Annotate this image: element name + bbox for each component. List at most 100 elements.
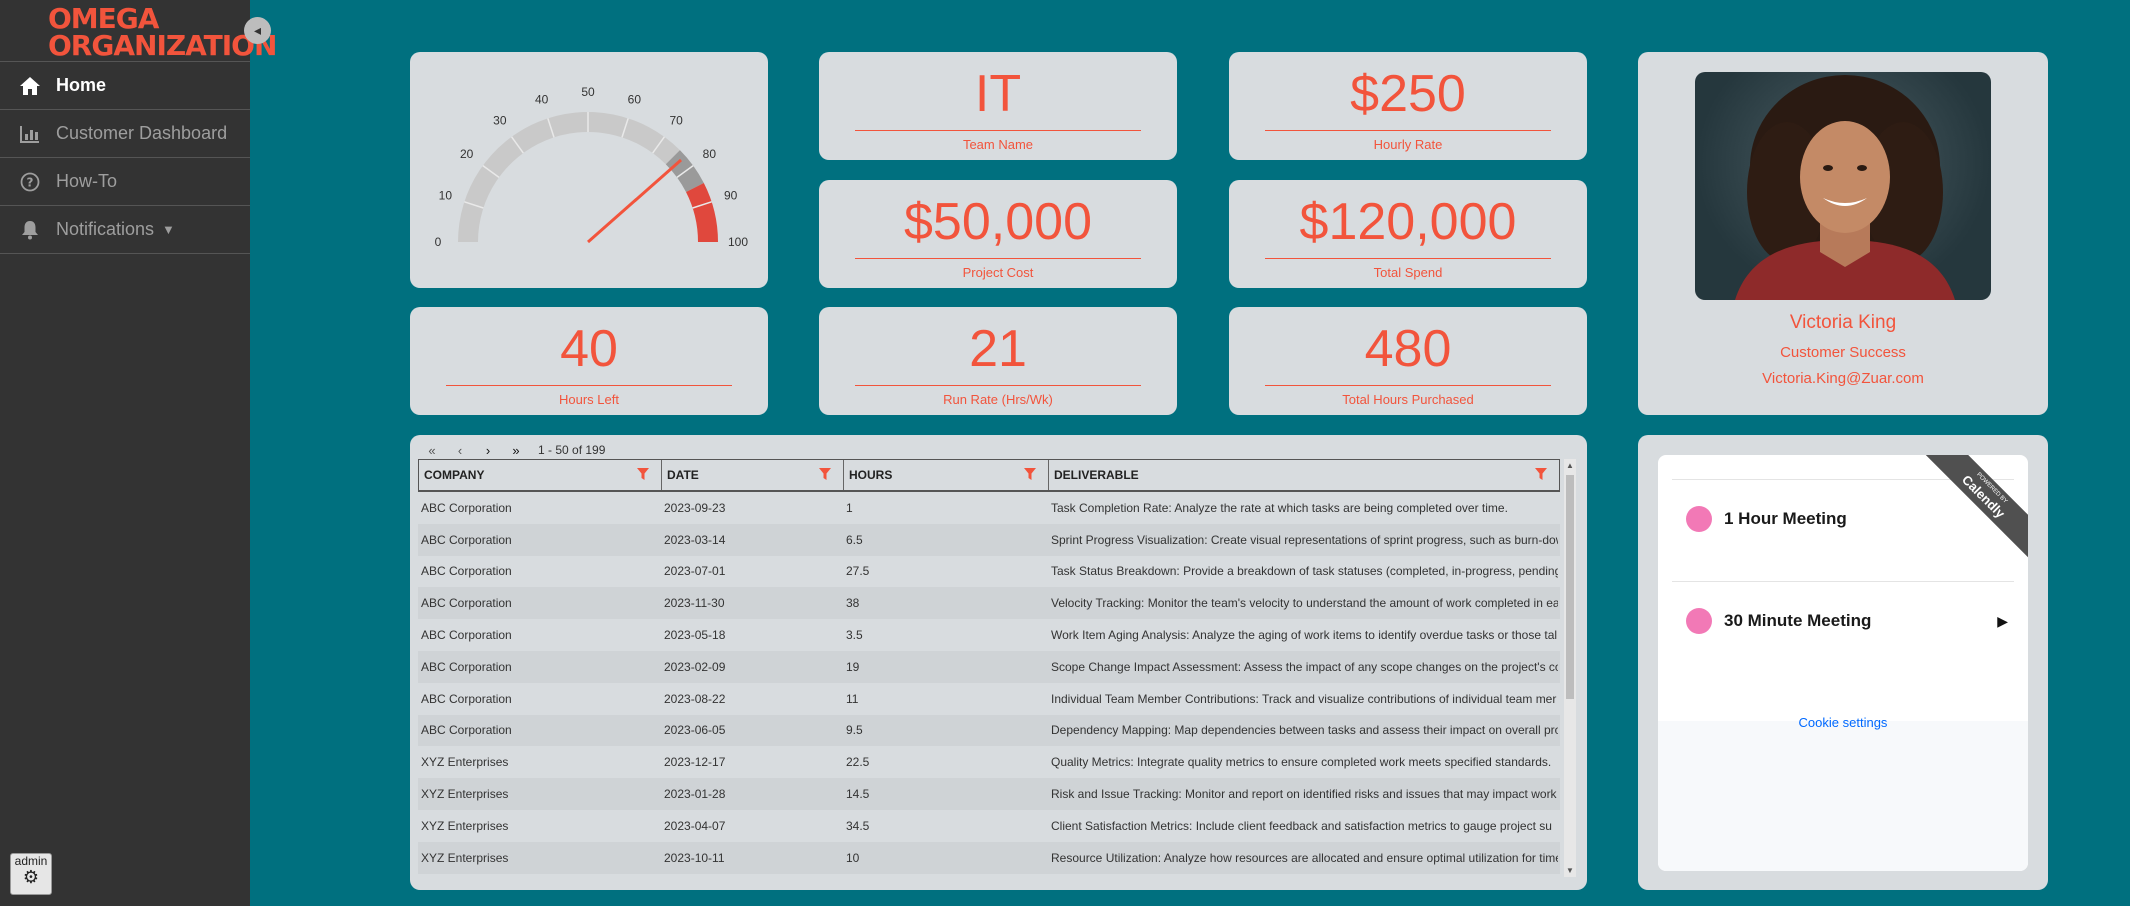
question-icon: ?: [18, 170, 42, 194]
table-row[interactable]: ABC Corporation 2023-05-18 3.5 Work Item Ag…: [418, 619, 1560, 651]
logo[interactable]: OMEGA ORGANIZATION: [48, 5, 277, 62]
table-row[interactable]: XYZ Enterprises 2023-10-11 10 Resource Util…: [418, 841, 1560, 874]
table-row[interactable]: ABC Corporation 2023-08-22 11 Individual Te…: [418, 682, 1560, 715]
kpi-value: $120,000: [1299, 193, 1517, 251]
cell-date: 2023-09-23: [664, 500, 726, 515]
cell-company: ABC Corporation: [421, 659, 512, 674]
kpi-label: Total Hours Purchased: [1342, 392, 1474, 407]
cell-company: XYZ Enterprises: [421, 850, 509, 865]
gauge-tick-label: 50: [581, 85, 595, 99]
kpi-value: 21: [969, 320, 1027, 378]
cell-company: XYZ Enterprises: [421, 755, 509, 770]
filter-icon[interactable]: [637, 467, 649, 483]
sidebar-item-how-to[interactable]: ? How-To: [0, 157, 250, 205]
event-30-minute-meeting[interactable]: 30 Minute Meeting ▶: [1686, 606, 2008, 636]
sidebar-item-customer-dashboard[interactable]: Customer Dashboard: [0, 109, 250, 157]
cell-hours: 27.5: [846, 564, 870, 579]
profile-email[interactable]: Victoria.King@Zuar.com: [1638, 370, 2048, 387]
kpi-card-project-cost: $50,000 Project Cost: [819, 180, 1177, 288]
last-page-button[interactable]: »: [502, 443, 530, 458]
first-page-button[interactable]: «: [418, 443, 446, 458]
bell-icon: [18, 218, 42, 242]
cell-hours: 10: [846, 850, 860, 865]
sidebar-collapse-button[interactable]: ◂: [244, 17, 271, 44]
column-label: DATE: [667, 468, 699, 482]
cell-company: XYZ Enterprises: [421, 818, 509, 833]
filter-icon[interactable]: [1535, 467, 1547, 483]
sidebar: OMEGA ORGANIZATION Home Customer Dashboa…: [0, 0, 277, 906]
sidebar-item-notifications[interactable]: Notifications ▼: [0, 205, 250, 254]
kpi-label: Run Rate (Hrs/Wk): [943, 392, 1053, 407]
scrollbar-thumb[interactable]: [1566, 475, 1574, 699]
cell-company: ABC Corporation: [421, 723, 512, 738]
table-row[interactable]: XYZ Enterprises 2023-12-17 22.5 Quality Met…: [418, 746, 1560, 779]
profile-title: Customer Success: [1780, 344, 1906, 361]
admin-label: admin: [14, 854, 48, 868]
cell-deliverable: Dependency Mapping: Map dependencies bet…: [1051, 723, 1558, 738]
gauge-tick-label: 0: [435, 235, 442, 249]
column-header-hours[interactable]: HOURS: [844, 460, 1049, 490]
cell-deliverable: Sprint Progress Visualization: Create vi…: [1051, 532, 1558, 547]
cell-date: 2023-12-17: [664, 755, 726, 770]
cell-company: XYZ Enterprises: [421, 787, 509, 802]
column-header-company[interactable]: COMPANY: [419, 460, 662, 490]
bar-chart-icon: [18, 122, 42, 146]
logo-line-2: ORGANIZATION: [48, 29, 277, 62]
kpi-value: 40: [560, 320, 618, 378]
cell-deliverable: Individual Team Member Contributions: Tr…: [1051, 691, 1557, 706]
table-row[interactable]: XYZ Enterprises 2023-01-28 14.5 Risk and Is…: [418, 778, 1560, 810]
cell-company: ABC Corporation: [421, 628, 512, 643]
calendly-widget: 1 Hour Meeting ▶ 30 Minute Meeting ▶ Coo…: [1658, 455, 2028, 871]
scroll-up-icon[interactable]: ▲: [1566, 461, 1574, 470]
column-label: DELIVERABLE: [1054, 468, 1139, 482]
kpi-label: Total Spend: [1373, 265, 1443, 280]
column-header-deliverable[interactable]: DELIVERABLE: [1049, 460, 1559, 490]
table-row[interactable]: ABC Corporation 2023-06-05 9.5 Dependency M…: [418, 714, 1560, 747]
kpi-label: Team Name: [962, 137, 1034, 152]
event-1-hour-meeting[interactable]: 1 Hour Meeting ▶: [1686, 504, 2008, 534]
table-row[interactable]: ABC Corporation 2023-09-23 1 Task Completio…: [418, 492, 1560, 524]
cell-company: ABC Corporation: [421, 691, 512, 706]
cell-date: 2023-06-05: [664, 723, 726, 738]
cell-company: ABC Corporation: [421, 500, 512, 515]
scroll-down-icon[interactable]: ▼: [1566, 866, 1574, 875]
column-label: COMPANY: [424, 468, 485, 482]
filter-icon[interactable]: [1024, 467, 1036, 483]
cell-hours: 38: [846, 596, 860, 611]
gauge-tick-label: 70: [669, 114, 683, 128]
sidebar-item-home[interactable]: Home: [0, 61, 250, 109]
cookie-settings-link[interactable]: Cookie settings: [1658, 715, 2028, 730]
gauge-tick-label: 60: [628, 92, 642, 106]
cell-date: 2023-10-11: [664, 850, 725, 865]
gauge-chart: 0 10 20 30 40 50 60 70 80 90 100: [435, 85, 749, 249]
table-row[interactable]: XYZ Enterprises 2023-04-07 34.5 Client Sati…: [418, 809, 1560, 842]
table-row[interactable]: ABC Corporation 2023-03-14 6.5 Sprint Progr…: [418, 523, 1560, 556]
filter-icon[interactable]: [819, 467, 831, 483]
profile-name: Victoria King: [1789, 312, 1897, 333]
table-row[interactable]: ABC Corporation 2023-02-09 19 Scope Change …: [418, 650, 1560, 683]
kpi-label: Hours Left: [559, 392, 619, 407]
prev-page-button[interactable]: ‹: [446, 443, 474, 458]
kpi-divider: [855, 130, 1141, 131]
table-row[interactable]: ABC Corporation 2023-11-30 38 Velocity Trac…: [418, 587, 1560, 620]
kpi-value: IT: [974, 65, 1022, 123]
event-color-dot: [1686, 506, 1712, 532]
gauge-needle: [587, 158, 683, 244]
cell-hours: 11: [846, 691, 859, 706]
kpi-label: Hourly Rate: [1373, 137, 1443, 152]
table-row[interactable]: ABC Corporation 2023-07-01 27.5 Task Status…: [418, 555, 1560, 588]
gauge-tick-label: 20: [460, 147, 474, 161]
cell-hours: 1: [846, 500, 853, 515]
deliverables-grid: COMPANY DATE HOURS DELIVERABLE ABC Corpo…: [418, 459, 1560, 877]
column-header-date[interactable]: DATE: [662, 460, 844, 490]
cell-date: 2023-04-07: [664, 818, 726, 833]
table-scrollbar[interactable]: ▲ ▼: [1564, 459, 1576, 877]
next-page-button[interactable]: ›: [474, 443, 502, 458]
kpi-value: 480: [1364, 320, 1452, 378]
kpi-divider: [1265, 130, 1551, 131]
gauge-band-critical: [686, 182, 718, 242]
admin-settings-button[interactable]: admin ⚙: [10, 853, 52, 895]
cell-hours: 3.5: [846, 628, 863, 643]
sidebar-item-label: Notifications: [56, 219, 155, 239]
kpi-label: Project Cost: [962, 265, 1034, 280]
